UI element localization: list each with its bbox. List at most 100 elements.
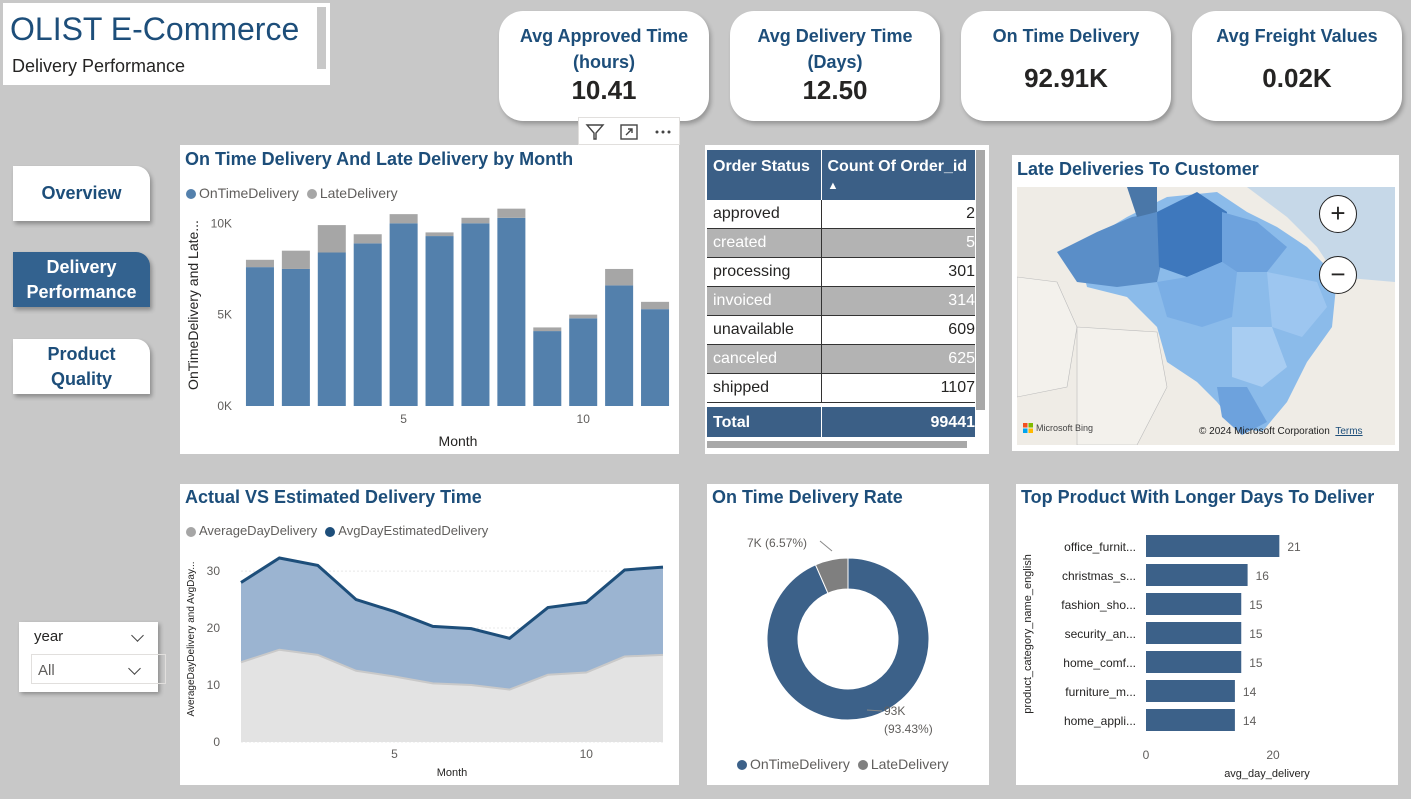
table-row[interactable]: processing 301 — [707, 258, 975, 287]
table-total-row: Total 99441 — [707, 407, 975, 437]
visual-header-toolbar — [578, 117, 680, 145]
bar — [1146, 622, 1242, 644]
bar-ontime — [425, 236, 454, 406]
bar-ontime — [281, 268, 310, 406]
cell-status: canceled — [713, 350, 778, 367]
report-title-card: OLIST E-Commerce Delivery Performance — [3, 3, 330, 85]
data-label: 16 — [1256, 569, 1270, 583]
kpi-label-unit: (Days) — [807, 52, 863, 72]
kpi-label-unit: (hours) — [573, 52, 635, 72]
map-terms-link[interactable]: Terms — [1335, 426, 1362, 437]
table-row[interactable]: shipped 1107 — [707, 374, 975, 403]
bar-late — [461, 217, 490, 224]
data-label-ontime: 93K — [884, 704, 905, 718]
table-row[interactable]: invoiced 314 — [707, 287, 975, 316]
category-label: furniture_m... — [1065, 685, 1136, 699]
monthly-delivery-chart-panel: On Time Delivery And Late Delivery by Mo… — [180, 145, 679, 454]
nav-product-quality-button[interactable]: Product Quality — [13, 339, 150, 394]
zoom-out-button[interactable]: − — [1319, 256, 1357, 294]
bar-ontime — [497, 217, 526, 406]
total-divider — [821, 407, 822, 437]
microsoft-logo-icon — [1023, 423, 1033, 433]
sort-ascending-icon: ▲ — [827, 180, 839, 192]
y-tick-label: 10K — [211, 216, 232, 230]
y-tick-label: 20 — [207, 621, 221, 635]
nav-delivery-performance-button[interactable]: Delivery Performance — [13, 252, 150, 307]
data-label-ontime-pct: (93.43%) — [884, 722, 933, 736]
cell-divider — [821, 200, 822, 229]
y-axis-title: AverageDayDelivery and AvgDay... — [186, 561, 197, 716]
kpi-value: 0.02K — [1262, 63, 1332, 93]
nav-overview-button[interactable]: Overview — [13, 166, 150, 221]
nav-delivery-label-2: Performance — [26, 281, 137, 302]
kpi-value: 92.91K — [1024, 63, 1108, 93]
map-copyright: © 2024 Microsoft Corporation Terms — [1199, 426, 1363, 437]
bar-ontime — [641, 309, 670, 406]
y-tick-label: 0K — [217, 399, 232, 413]
bar-late — [281, 250, 310, 269]
slicer-collapse-icon[interactable] — [131, 629, 144, 642]
legend-item[interactable]: LateDelivery — [857, 756, 949, 772]
total-value: 99441 — [930, 414, 976, 431]
bar-ontime — [461, 223, 490, 406]
table-vertical-scrollbar[interactable] — [976, 150, 985, 410]
cell-status: unavailable — [713, 321, 794, 338]
cell-divider — [821, 374, 822, 403]
bar-late — [605, 268, 634, 286]
bar-late — [389, 214, 418, 224]
x-tick-label: 20 — [1266, 748, 1280, 762]
y-tick-label: 10 — [207, 678, 221, 692]
cell-status: approved — [713, 205, 780, 222]
x-tick-label: 10 — [580, 747, 594, 761]
report-title: OLIST E-Commerce — [10, 11, 300, 47]
bar — [1146, 564, 1248, 586]
bar-late — [245, 259, 274, 268]
kpi-label: Avg Freight Values — [1216, 26, 1378, 46]
legend-item[interactable]: OnTimeDelivery — [737, 756, 850, 772]
nav-overview-label: Overview — [41, 183, 122, 203]
category-label: home_appli... — [1064, 714, 1136, 728]
legend-label: OnTimeDelivery — [750, 756, 850, 772]
table-row[interactable]: canceled 625 — [707, 345, 975, 374]
table-header-status[interactable]: Order Status — [707, 150, 822, 200]
title-scrollbar[interactable] — [317, 7, 326, 69]
more-options-icon[interactable] — [653, 122, 673, 142]
cell-divider — [821, 287, 822, 316]
cell-count: 301 — [948, 263, 975, 280]
bar — [1146, 709, 1235, 731]
category-label: fashion_sho... — [1061, 598, 1136, 612]
x-tick-label: 10 — [577, 412, 591, 426]
table-header-count-label: Count Of Order_id — [827, 158, 968, 175]
kpi-value: 12.50 — [802, 75, 868, 105]
year-dropdown[interactable]: All — [31, 654, 166, 684]
table-row[interactable]: unavailable 609 — [707, 316, 975, 345]
kpi-label: Avg Approved Time — [519, 26, 689, 46]
table-row[interactable]: created 5 — [707, 229, 975, 258]
year-slicer[interactable]: year All — [19, 622, 166, 692]
cell-status: processing — [713, 263, 791, 280]
cell-count: 609 — [948, 321, 975, 338]
kpi-card-avg-delivery-time: Avg Delivery Time (Days) 12.50 — [730, 11, 940, 121]
cell-divider — [821, 345, 822, 374]
late-deliveries-map-panel: Late Deliveries To Customer + − Microsof… — [1012, 155, 1399, 451]
bar-ontime — [245, 267, 274, 406]
monthly-bar-chart: 0K 5K 10K 5 10 Month OnTimeDelivery and Late..… — [185, 208, 670, 449]
total-label: Total — [713, 414, 751, 431]
bar — [1146, 535, 1280, 557]
zoom-in-button[interactable]: + — [1319, 195, 1357, 233]
actual-vs-estimated-chart-panel: Actual VS Estimated Delivery Time Averag… — [180, 484, 679, 785]
cell-status: invoiced — [713, 292, 772, 309]
y-tick-label: 0 — [213, 735, 220, 749]
y-axis-title: product_category_name_english — [1022, 554, 1034, 714]
kpi-value: 10.41 — [571, 75, 637, 105]
table-horizontal-scrollbar[interactable] — [707, 441, 967, 448]
focus-mode-icon[interactable] — [619, 122, 639, 142]
bar-late — [497, 208, 526, 218]
x-tick-label: 0 — [1143, 748, 1150, 762]
filter-icon[interactable] — [585, 122, 605, 142]
top-products-chart-panel: Top Product With Longer Days To Deliver … — [1016, 484, 1398, 785]
label-leader-late — [819, 540, 833, 552]
table-row[interactable]: approved 2 — [707, 200, 975, 229]
bar-ontime — [605, 285, 634, 406]
table-header-count[interactable]: Count Of Order_id ▲ — [821, 150, 975, 200]
